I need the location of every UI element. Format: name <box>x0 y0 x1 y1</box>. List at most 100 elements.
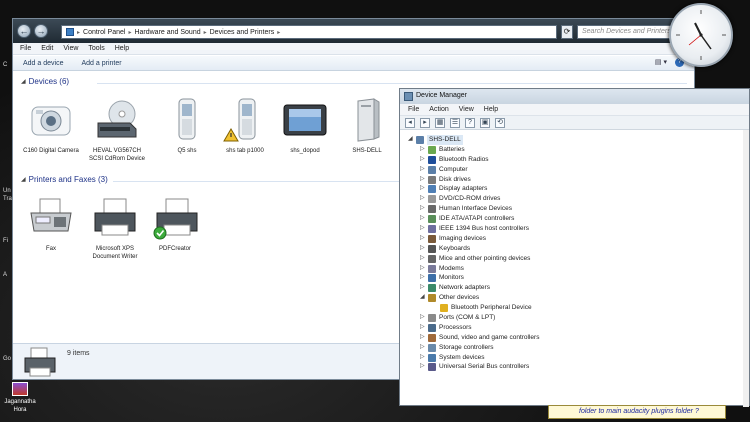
tree-category[interactable]: ▷ Keyboards <box>420 244 539 254</box>
menu-tools[interactable]: Tools <box>88 45 104 52</box>
device-label: shs tab p1000 <box>226 148 264 154</box>
tree-category[interactable]: ▷ Bluetooth Radios <box>420 155 539 165</box>
computer-icon <box>416 135 424 144</box>
menu-file[interactable]: File <box>408 106 419 113</box>
tree-category[interactable]: ▷ DVD/CD-ROM drives <box>420 194 539 204</box>
device-phone-tab[interactable]: shs tab p1000 <box>217 97 273 155</box>
expand-icon[interactable]: ▷ <box>420 244 428 254</box>
scan-hardware-icon[interactable]: ⟲ <box>495 117 505 128</box>
fax-icon <box>28 195 74 241</box>
expand-icon[interactable]: ▷ <box>420 224 428 234</box>
tree-category[interactable]: ▷ Modems <box>420 264 539 274</box>
tree-category[interactable]: ▷ Universal Serial Bus controllers <box>420 362 539 372</box>
scrollbar[interactable] <box>743 130 749 407</box>
view-options-icon[interactable]: ▤ ▾ <box>655 58 667 67</box>
tree-category[interactable]: ▷ Disk drives <box>420 175 539 185</box>
view-icon[interactable]: ▣ <box>480 117 490 128</box>
menu-action[interactable]: Action <box>429 106 448 113</box>
forward-icon[interactable]: ▸ <box>420 117 430 128</box>
tree-category[interactable]: ▷ Batteries <box>420 145 539 155</box>
address-bar[interactable]: ▸ Control Panel ▸ Hardware and Sound ▸ D… <box>61 25 557 39</box>
expand-icon[interactable]: ▷ <box>420 165 428 175</box>
expand-icon[interactable]: ▷ <box>420 234 428 244</box>
expand-icon[interactable]: ▷ <box>420 353 428 363</box>
device-camera[interactable]: C160 Digital Camera <box>23 97 79 155</box>
tree-device[interactable]: Bluetooth Peripheral Device <box>432 303 539 313</box>
tree-category[interactable]: ▷ Storage controllers <box>420 343 539 353</box>
tree-category[interactable]: ▷ Sound, video and game controllers <box>420 333 539 343</box>
tree-category[interactable]: ▷ Human Interface Devices <box>420 204 539 214</box>
expand-icon[interactable]: ▷ <box>420 323 428 333</box>
expand-icon[interactable]: ▷ <box>420 362 428 372</box>
expand-icon[interactable]: ▷ <box>420 283 428 293</box>
add-device-button[interactable]: Add a device <box>23 60 63 67</box>
expand-icon[interactable]: ▷ <box>420 264 428 274</box>
expand-icon[interactable]: ▷ <box>420 313 428 323</box>
add-printer-button[interactable]: Add a printer <box>81 60 121 67</box>
menu-view[interactable]: View <box>63 45 78 52</box>
desktop-icon-jagannatha[interactable] <box>12 382 28 396</box>
menu-help[interactable]: Help <box>115 45 129 52</box>
tree-category[interactable]: ▷ Ports (COM & LPT) <box>420 313 539 323</box>
breadcrumb-item[interactable]: Hardware and Sound <box>134 29 200 36</box>
back-icon[interactable]: ◂ <box>405 117 415 128</box>
device-computer[interactable]: SHS-DELL <box>339 97 395 155</box>
category-icon <box>428 234 436 243</box>
help-icon[interactable]: ? <box>465 117 475 128</box>
tree-category[interactable]: ▷ Network adapters <box>420 283 539 293</box>
clock-gadget[interactable] <box>669 3 733 67</box>
tree-root[interactable]: ◢ SHS-DELL <box>408 135 539 145</box>
expand-icon[interactable]: ▷ <box>420 343 428 353</box>
expand-icon[interactable]: ▷ <box>420 204 428 214</box>
desktop-icon-label: Jagannatha Hora <box>4 399 36 413</box>
expand-icon[interactable]: ▷ <box>420 214 428 224</box>
printer-xps[interactable]: Microsoft XPS Document Writer <box>87 195 143 261</box>
expand-icon[interactable]: ▷ <box>420 273 428 283</box>
control-panel-icon <box>66 28 74 36</box>
toolbar: ◂ ▸ ▦ ☰ ? ▣ ⟲ <box>400 116 749 130</box>
devices-group-header[interactable]: ◢ Devices (6) <box>21 77 69 86</box>
back-button[interactable]: ← <box>17 24 31 38</box>
category-icon <box>428 363 436 372</box>
expand-icon[interactable]: ▷ <box>420 194 428 204</box>
device-cdrom[interactable]: HEVAL VG567CH SCSI CdRom Device <box>89 97 145 163</box>
menu-file[interactable]: File <box>20 45 31 52</box>
expand-icon[interactable]: ▷ <box>420 175 428 185</box>
tree-label: Batteries <box>439 145 465 153</box>
tree-category[interactable]: ▷ Computer <box>420 165 539 175</box>
menu-edit[interactable]: Edit <box>41 45 53 52</box>
tree-category[interactable]: ▷ Imaging devices <box>420 234 539 244</box>
menu-help[interactable]: Help <box>484 106 498 113</box>
tree-category[interactable]: ▷ Display adapters <box>420 184 539 194</box>
tree-category[interactable]: ◢ Other devices <box>420 293 539 303</box>
tree-category[interactable]: ▷ System devices <box>420 353 539 363</box>
breadcrumb-item[interactable]: Devices and Printers <box>210 29 275 36</box>
collapse-icon[interactable]: ◢ <box>21 78 26 85</box>
expand-icon[interactable]: ▷ <box>420 145 428 155</box>
tree-category[interactable]: ▷ Mice and other pointing devices <box>420 254 539 264</box>
breadcrumb-item[interactable]: Control Panel <box>83 29 125 36</box>
printer-fax[interactable]: Fax <box>23 195 79 253</box>
tree-category[interactable]: ▷ IEEE 1394 Bus host controllers <box>420 224 539 234</box>
tree-category[interactable]: ▷ Processors <box>420 323 539 333</box>
device-phone-q5[interactable]: Q5 shs <box>159 97 215 155</box>
tree-view-icon[interactable]: ☰ <box>450 117 460 128</box>
expand-icon[interactable]: ▷ <box>420 155 428 165</box>
tree-category[interactable]: ▷ IDE ATA/ATAPI controllers <box>420 214 539 224</box>
printer-label: PDFCreator <box>158 246 191 252</box>
printers-group-header[interactable]: ◢ Printers and Faxes (3) <box>21 175 108 184</box>
printer-pdfcreator[interactable]: PDFCreator <box>147 195 203 253</box>
tree-category[interactable]: ▷ Monitors <box>420 273 539 283</box>
menu-view[interactable]: View <box>459 106 474 113</box>
properties-icon[interactable]: ▦ <box>435 117 445 128</box>
collapse-icon[interactable]: ◢ <box>420 293 428 303</box>
category-icon <box>428 254 436 263</box>
expand-icon[interactable]: ▷ <box>420 333 428 343</box>
device-pda[interactable]: shs_dopod <box>277 97 333 155</box>
collapse-icon[interactable]: ◢ <box>408 135 416 145</box>
collapse-icon[interactable]: ◢ <box>21 176 26 183</box>
refresh-button[interactable]: ⟳ <box>561 25 573 39</box>
expand-icon[interactable]: ▷ <box>420 184 428 194</box>
forward-button[interactable]: → <box>34 24 48 38</box>
expand-icon[interactable]: ▷ <box>420 254 428 264</box>
